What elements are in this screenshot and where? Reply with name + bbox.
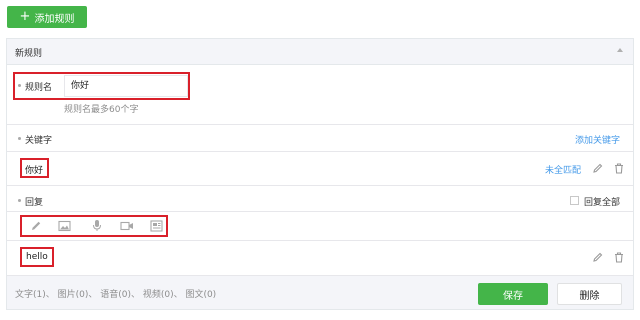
rule-name-hint: 规则名最多60个字 (64, 105, 139, 115)
divider (7, 185, 633, 186)
match-mode-link[interactable]: 未全匹配 (545, 163, 581, 176)
required-dot (18, 137, 21, 140)
add-keyword-link[interactable]: 添加关键字 (575, 133, 620, 146)
image-icon[interactable] (58, 220, 71, 232)
delete-icon[interactable] (614, 163, 624, 174)
divider (7, 240, 633, 241)
microphone-icon[interactable] (92, 219, 102, 232)
add-rule-button[interactable]: + 添加规则 (7, 6, 87, 28)
divider (7, 151, 633, 152)
rule-name-input[interactable]: 你好 (64, 75, 188, 97)
reply-counts: 文字(1)、 图片(0)、 语音(0)、 视频(0)、 图文(0) (15, 290, 217, 300)
divider (7, 211, 633, 212)
divider (7, 124, 633, 125)
reply-all-checkbox[interactable] (570, 196, 579, 205)
rule-panel-header[interactable]: 新规则 (7, 39, 633, 65)
keyword-value: 你好 (25, 166, 44, 176)
chevron-up-icon[interactable] (617, 48, 623, 52)
pencil-icon[interactable] (30, 220, 42, 232)
save-button[interactable]: 保存 (478, 283, 548, 305)
plus-icon: + (19, 9, 31, 24)
rule-name-label: 规则名 (25, 83, 53, 93)
required-dot (18, 199, 21, 202)
reply-label: 回复 (25, 198, 44, 208)
required-dot (18, 84, 21, 87)
delete-icon[interactable] (614, 252, 624, 263)
video-icon[interactable] (120, 220, 134, 232)
reply-all-label: 回复全部 (584, 198, 621, 208)
delete-button[interactable]: 删除 (557, 283, 622, 305)
reply-value: hello (26, 252, 48, 262)
keyword-label: 关键字 (25, 136, 53, 146)
news-icon[interactable] (150, 220, 163, 232)
edit-icon[interactable] (592, 252, 603, 263)
add-rule-label: 添加规则 (34, 13, 75, 25)
rule-title: 新规则 (15, 49, 43, 59)
edit-icon[interactable] (592, 163, 603, 174)
